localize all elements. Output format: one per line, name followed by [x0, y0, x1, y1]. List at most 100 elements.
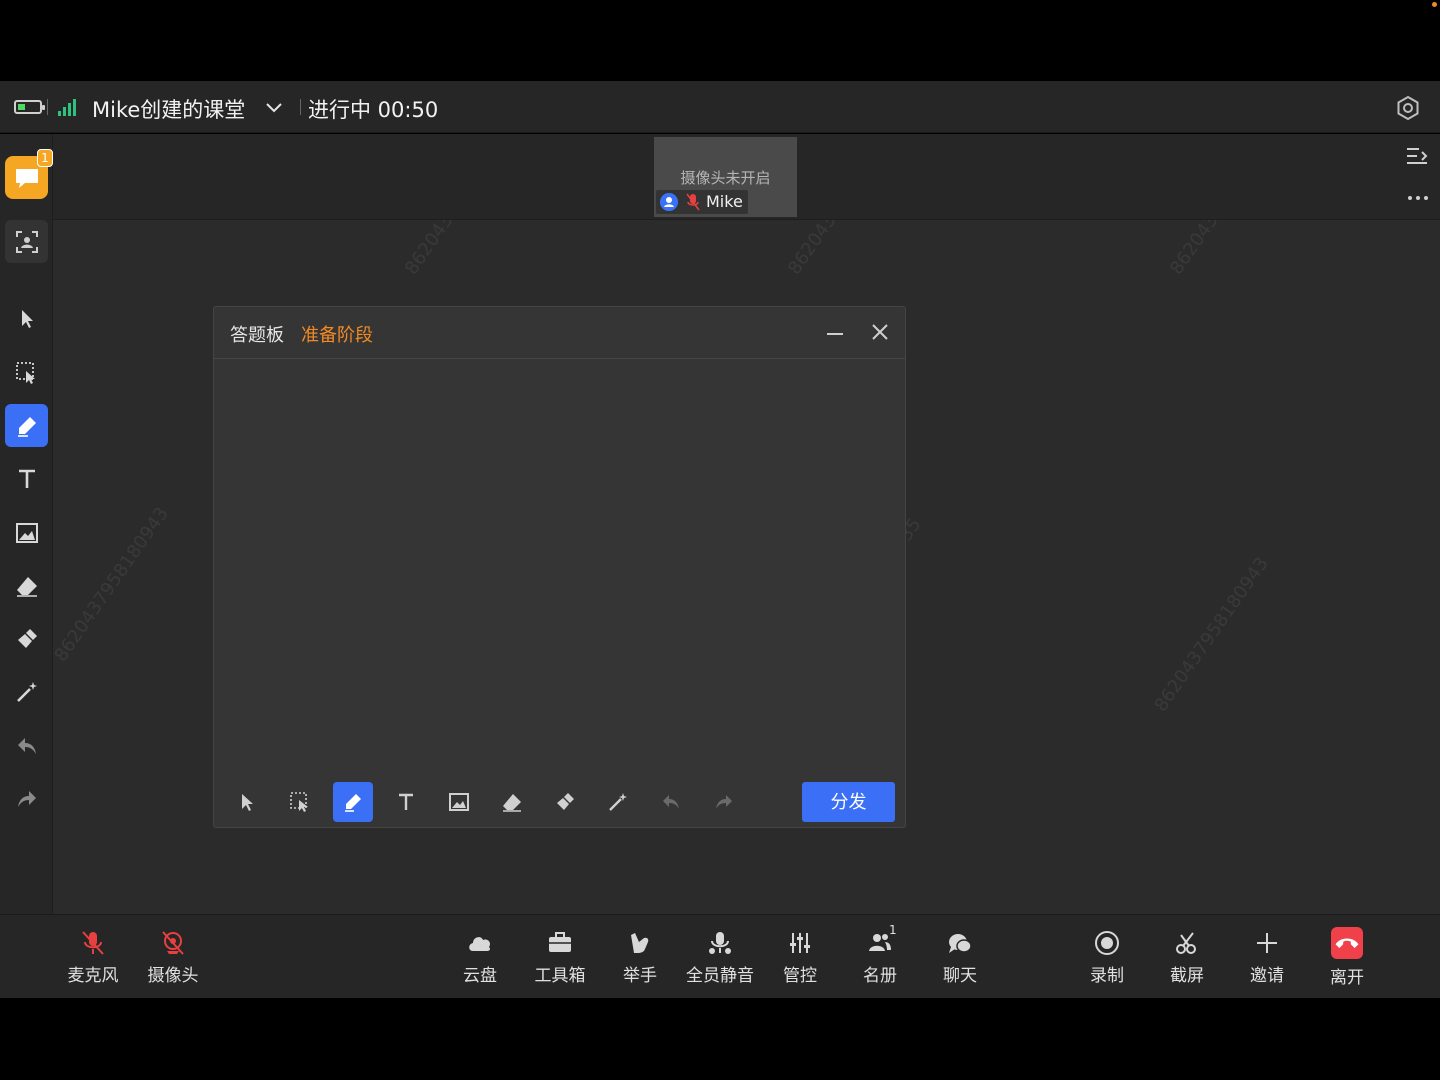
- message-icon: [15, 168, 38, 188]
- roster-button[interactable]: 1 名册: [840, 923, 920, 989]
- magic-wand-icon: [609, 793, 627, 811]
- close-icon[interactable]: [869, 321, 891, 343]
- panel-stage: 准备阶段: [301, 325, 373, 346]
- invite-label: 邀请: [1250, 966, 1284, 986]
- mute-all-button[interactable]: 全员静音: [680, 929, 760, 989]
- rail-clear-tool[interactable]: [5, 617, 48, 660]
- mic-off-icon: [82, 931, 104, 955]
- cloud-drive-button[interactable]: 云盘: [440, 929, 520, 989]
- camera-label: 摄像头: [147, 966, 199, 986]
- hang-up-icon: [1331, 927, 1363, 959]
- leave-button[interactable]: 离开: [1307, 927, 1387, 989]
- text-tool[interactable]: [386, 782, 426, 822]
- rail-text-tool[interactable]: [5, 457, 48, 500]
- record-button[interactable]: 录制: [1067, 929, 1147, 989]
- class-status: 进行中 00:50: [308, 98, 439, 122]
- chat-button[interactable]: 聊天: [920, 929, 1000, 989]
- chevron-down-icon[interactable]: [264, 97, 284, 117]
- text-icon: [399, 793, 413, 810]
- text-icon: [18, 469, 35, 488]
- whiteboard-area[interactable]: 862043 862043 862043 8620437958180943 86…: [0, 134, 1440, 914]
- select-tool[interactable]: [227, 782, 267, 822]
- panel-header: 答题板 准备阶段: [214, 307, 905, 359]
- magic-wand-icon: [16, 681, 37, 702]
- leave-label: 离开: [1330, 968, 1364, 988]
- chat-icon: [949, 934, 972, 953]
- member-focus-button[interactable]: [5, 220, 48, 263]
- rail-eraser-tool[interactable]: [5, 564, 48, 607]
- controls-label: 管控: [783, 966, 817, 986]
- undo-icon: [17, 737, 36, 754]
- settings-icon[interactable]: [1395, 95, 1421, 121]
- camera-off-text: 摄像头未开启: [680, 169, 771, 187]
- rail-undo-tool[interactable]: [5, 724, 48, 767]
- plus-icon: [1257, 933, 1277, 953]
- battery-icon: [14, 100, 45, 114]
- answer-board-panel[interactable]: 答题板 准备阶段 分发: [213, 306, 906, 828]
- pointer-icon: [21, 309, 33, 328]
- participant-tag: Mike: [656, 190, 748, 214]
- rail-image-tool[interactable]: [5, 511, 48, 554]
- image-tool[interactable]: [439, 782, 479, 822]
- distribute-button[interactable]: 分发: [802, 782, 895, 822]
- rail-laser-tool[interactable]: [5, 670, 48, 713]
- cloud-drive-label: 云盘: [463, 966, 497, 986]
- tool-rail: 1: [0, 134, 53, 914]
- face-frame-icon: [15, 230, 38, 253]
- signal-strength-icon: [58, 98, 78, 116]
- mute-all-label: 全员静音: [686, 966, 754, 986]
- cloud-icon: [469, 937, 491, 951]
- rail-area-select-tool[interactable]: [5, 351, 48, 394]
- toolbox-button[interactable]: 工具箱: [520, 929, 600, 989]
- broom-icon: [557, 793, 574, 810]
- video-strip: 摄像头未开启 Mike: [53, 134, 1440, 220]
- video-tile[interactable]: 摄像头未开启 Mike: [654, 137, 797, 217]
- invite-button[interactable]: 邀请: [1227, 929, 1307, 989]
- toolbox-label: 工具箱: [534, 966, 586, 986]
- area-select-tool[interactable]: [280, 782, 320, 822]
- collapse-list-icon[interactable]: [1405, 146, 1429, 166]
- raise-hand-button[interactable]: 举手: [600, 929, 680, 989]
- participant-name: Mike: [706, 192, 743, 211]
- rail-redo-tool[interactable]: [5, 777, 48, 820]
- mic-label: 麦克风: [67, 966, 119, 986]
- minimize-icon[interactable]: [824, 323, 846, 345]
- bottom-toolbar: 麦克风 摄像头 云盘 工具箱 举手 全员静音 管控 1 名册 聊天 录制 截屏: [0, 914, 1440, 998]
- clear-tool[interactable]: [545, 782, 585, 822]
- undo-tool[interactable]: [651, 782, 691, 822]
- laser-tool[interactable]: [598, 782, 638, 822]
- area-select-icon: [15, 361, 35, 384]
- mic-off-icon: [686, 193, 700, 211]
- record-label: 录制: [1090, 966, 1124, 986]
- controls-button[interactable]: 管控: [760, 929, 840, 989]
- chat-label: 聊天: [943, 966, 977, 986]
- record-icon: [1095, 931, 1119, 955]
- pointer-icon: [242, 794, 253, 811]
- screenshot-button[interactable]: 截屏: [1147, 929, 1227, 989]
- eraser-tool[interactable]: [492, 782, 532, 822]
- room-title[interactable]: Mike创建的课堂: [92, 94, 245, 124]
- controls-icon: [790, 933, 810, 953]
- pen-icon: [345, 794, 361, 812]
- eraser-icon: [16, 576, 37, 597]
- recording-indicator-dot: [1432, 2, 1437, 7]
- mic-button[interactable]: 麦克风: [53, 929, 133, 989]
- pen-tool[interactable]: [333, 782, 373, 822]
- more-icon[interactable]: [1406, 194, 1430, 202]
- message-badge: 1: [37, 149, 53, 167]
- area-select-icon: [290, 792, 308, 812]
- divider: [47, 99, 48, 115]
- camera-off-icon: [162, 931, 184, 955]
- rail-select-tool[interactable]: [5, 297, 48, 340]
- bottom-safe-area: [0, 998, 1440, 1080]
- image-icon: [449, 793, 469, 811]
- rail-pen-tool[interactable]: [5, 404, 48, 447]
- toolbox-icon: [549, 932, 571, 952]
- panel-toolbar: 分发: [214, 777, 905, 827]
- camera-button[interactable]: 摄像头: [133, 929, 213, 989]
- pen-icon: [17, 416, 36, 437]
- mute-all-icon: [709, 932, 731, 954]
- roster-label: 名册: [863, 966, 897, 986]
- redo-icon: [716, 795, 732, 809]
- redo-tool[interactable]: [704, 782, 744, 822]
